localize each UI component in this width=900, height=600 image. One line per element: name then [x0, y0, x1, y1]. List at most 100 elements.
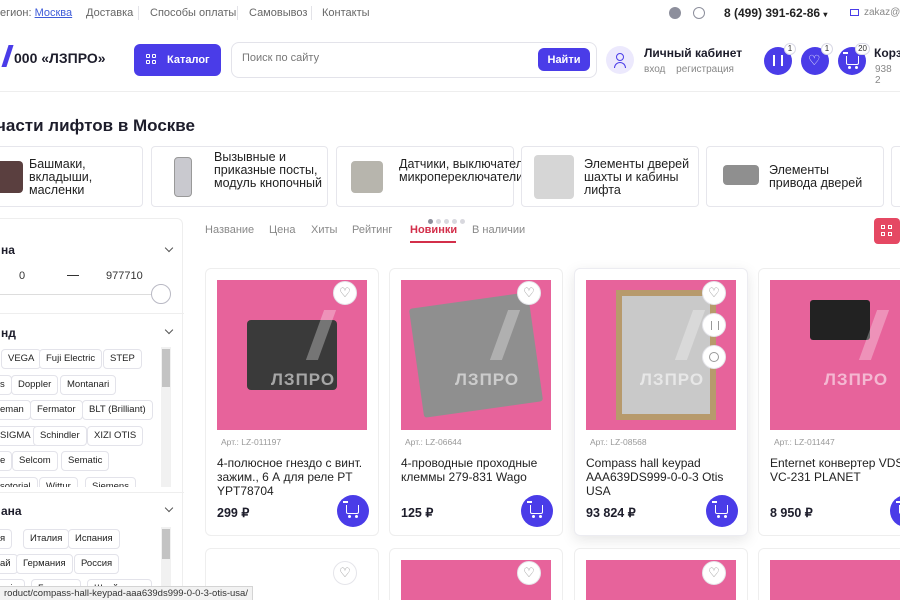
sort-name[interactable]: Название	[205, 224, 254, 236]
price-slider-handle[interactable]	[151, 284, 171, 304]
category-card[interactable]: Элементы дверей шахты и кабины лифта	[521, 146, 699, 207]
country-tag[interactable]: Германия	[16, 554, 73, 574]
product-name[interactable]: Compass hall keypad AAA639DS999-0-0-3 Ot…	[586, 456, 736, 498]
product-image[interactable]: ЛЗПРО	[770, 280, 900, 430]
price-to-input[interactable]: 977710	[106, 270, 143, 282]
add-to-cart-button[interactable]	[521, 495, 553, 527]
favorite-heart-icon[interactable]: ♡	[517, 561, 541, 585]
account-title[interactable]: Личный кабинет	[644, 46, 742, 60]
country-filter-title[interactable]: ана	[1, 504, 22, 518]
favorite-heart-icon[interactable]: ♡	[517, 281, 541, 305]
cart-title[interactable]: Корз	[874, 46, 900, 60]
product-card[interactable]: ЛЗПРО Арт.: LZ-011447 Enternet конвертер…	[758, 268, 900, 536]
brand-tag[interactable]: Doppler	[11, 375, 59, 395]
compare-button[interactable]: 1	[764, 43, 796, 75]
logo-mark[interactable]	[0, 45, 14, 67]
catalog-button[interactable]: Каталог	[134, 44, 221, 76]
country-tag[interactable]: Испания	[68, 529, 120, 549]
brand-tag[interactable]: BLT (Brilliant)	[82, 400, 153, 420]
chevron-down-icon[interactable]	[164, 503, 174, 513]
country-tag[interactable]: Италия	[23, 529, 70, 549]
category-card[interactable]: Датчики, выключатели, микропереключатели	[336, 146, 533, 207]
zoom-icon[interactable]	[702, 345, 726, 369]
region-link[interactable]: Москва	[35, 7, 73, 19]
search-input[interactable]	[242, 52, 522, 64]
product-image[interactable]	[770, 560, 900, 600]
product-card[interactable]: ЛЗПРО ♡ Арт.: LZ-011197 4-полюсное гнезд…	[205, 268, 379, 536]
email-link[interactable]: zakaz@	[864, 7, 900, 18]
brand-tag[interactable]: Schindler	[33, 426, 87, 446]
register-link[interactable]: регистрация	[676, 64, 734, 75]
divider	[138, 6, 139, 20]
sort-price[interactable]: Цена	[269, 224, 295, 236]
sort-in-stock[interactable]: В наличии	[472, 224, 525, 236]
nav-contacts[interactable]: Контакты	[322, 7, 370, 19]
country-tag[interactable]: я	[0, 529, 13, 549]
favorites-button[interactable]: ♡ 1	[801, 43, 833, 75]
telegram-icon[interactable]	[669, 7, 681, 19]
brand-filter-title[interactable]: нд	[1, 326, 16, 340]
product-card[interactable]: ♡	[389, 548, 563, 600]
favorite-heart-icon[interactable]: ♡	[702, 561, 726, 585]
grid-view-button[interactable]	[874, 218, 900, 244]
category-card[interactable]: Башмаки, вкладыши, масленки	[0, 146, 143, 207]
add-to-cart-button[interactable]	[706, 495, 738, 527]
brand-tag[interactable]: Fermator	[30, 400, 83, 420]
brand-tag[interactable]: STEP	[103, 349, 142, 369]
brand-tag[interactable]: Fuji Electric	[39, 349, 103, 369]
brand-tag[interactable]: SIGMA	[0, 426, 38, 446]
nav-payment[interactable]: Способы оплаты	[150, 7, 236, 19]
product-name[interactable]: 4-полюсное гнездо с винт. зажим., 6 А дл…	[217, 456, 367, 498]
login-link[interactable]: вход	[644, 64, 665, 75]
category-card[interactable]	[891, 146, 900, 207]
nav-delivery[interactable]: Доставка	[86, 7, 133, 19]
phone-number[interactable]: 8 (499) 391-62-86 ▾	[724, 6, 827, 20]
brand-tag[interactable]: Montanari	[60, 375, 117, 395]
product-name[interactable]: 4-проводные проходные клеммы 279-831 Wag…	[401, 456, 551, 484]
favorite-heart-icon[interactable]: ♡	[333, 561, 357, 585]
sort-rating[interactable]: Рейтинг	[352, 224, 392, 236]
nav-pickup[interactable]: Самовывоз	[249, 7, 307, 19]
product-card[interactable]: ЛЗПРО ♡ Арт.: LZ-06644 4-проводные прохо…	[389, 268, 563, 536]
add-to-cart-button[interactable]	[890, 495, 900, 527]
add-to-cart-button[interactable]	[337, 495, 369, 527]
category-card[interactable]: Элементы привода дверей	[706, 146, 884, 207]
favorite-heart-icon[interactable]: ♡	[333, 281, 357, 305]
price-slider-track[interactable]	[0, 294, 161, 295]
brand-tag[interactable]: Sematic	[61, 451, 110, 471]
brand-tag[interactable]: VEGA	[1, 349, 42, 369]
brand-tag[interactable]: XIZI OTIS	[87, 426, 144, 446]
product-price: 125 ₽	[401, 506, 434, 520]
price-filter-title[interactable]: на	[1, 243, 15, 257]
logo-text[interactable]: 000 «ЛЗПРО»	[14, 50, 106, 66]
brand-tag[interactable]: sotorial	[0, 477, 38, 487]
country-tag[interactable]: ай	[0, 554, 18, 574]
product-price: 93 824 ₽	[586, 506, 636, 520]
region-label: егион:	[0, 7, 32, 19]
country-scrollbar-thumb[interactable]	[162, 529, 170, 559]
brand-tag[interactable]: Wittur	[39, 477, 78, 487]
brand-tag[interactable]: s	[0, 375, 12, 395]
price-from-input[interactable]: 0	[19, 270, 25, 282]
product-card[interactable]: ♡	[574, 548, 748, 600]
cart-button[interactable]: 20	[838, 43, 870, 75]
brand-tag[interactable]: e	[0, 451, 13, 471]
chevron-down-icon[interactable]	[164, 325, 174, 335]
sort-new[interactable]: Новинки	[410, 224, 457, 236]
whatsapp-icon[interactable]	[693, 7, 705, 19]
product-card[interactable]: ЛЗПРО ♡ Арт.: LZ-08568 Compass hall keyp…	[574, 268, 748, 536]
search-button[interactable]: Найти	[538, 48, 590, 71]
brand-tag[interactable]: Siemens	[85, 477, 136, 487]
product-card[interactable]	[758, 548, 900, 600]
sort-hits[interactable]: Хиты	[311, 224, 337, 236]
country-tag[interactable]: Россия	[74, 554, 120, 574]
favorite-heart-icon[interactable]: ♡	[702, 281, 726, 305]
category-card[interactable]: Вызывные и приказные посты, модуль кнопо…	[151, 146, 328, 207]
brand-tag[interactable]: Selcom	[12, 451, 58, 471]
chevron-down-icon[interactable]	[164, 243, 174, 253]
product-name[interactable]: Enternet конвертер VDSL2 VC-231 PLANET	[770, 456, 900, 484]
user-icon[interactable]	[606, 46, 634, 74]
compare-icon[interactable]	[702, 313, 726, 337]
brand-scrollbar-thumb[interactable]	[162, 349, 170, 387]
brand-tag[interactable]: eman	[0, 400, 31, 420]
